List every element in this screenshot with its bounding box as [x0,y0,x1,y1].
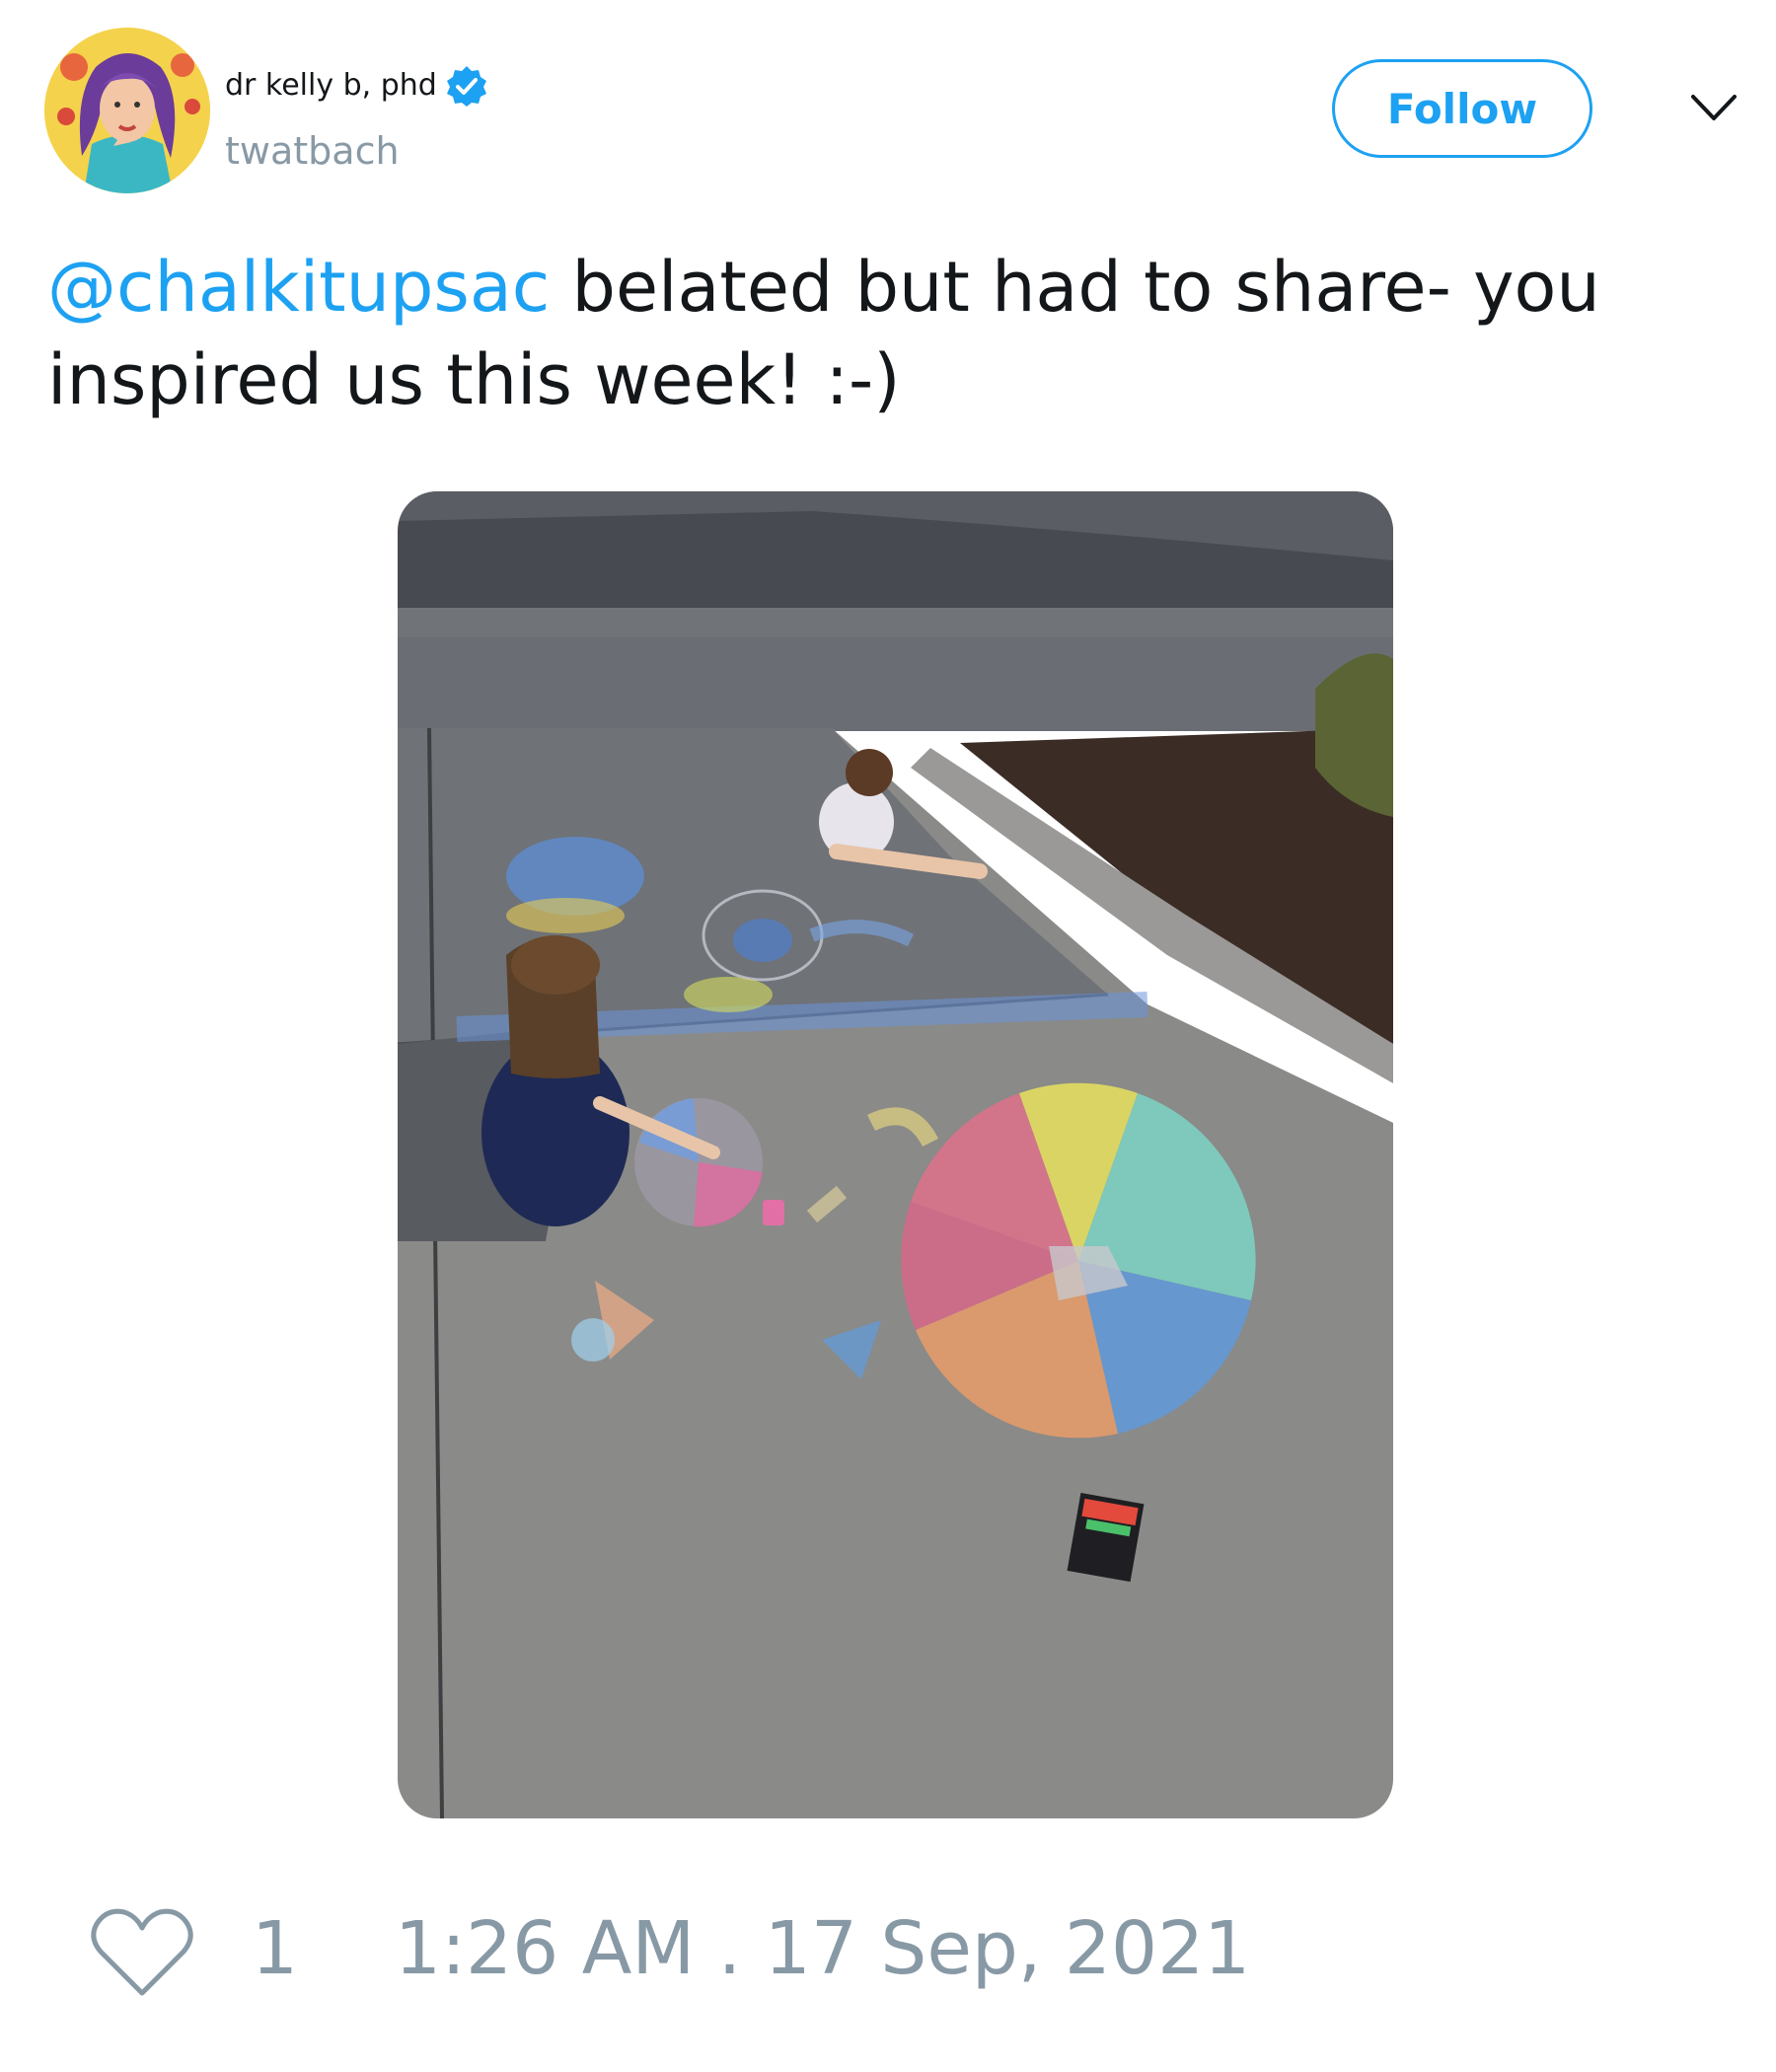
tweet-photo[interactable] [398,491,1393,1818]
mention-link[interactable]: @chalkitupsac [47,247,550,328]
tweet-text: @chalkitupsac belated but had to share- … [47,241,1725,426]
chevron-down-icon[interactable] [1689,89,1739,128]
follow-button[interactable]: Follow [1332,59,1592,158]
avatar[interactable] [44,28,210,193]
author-name-row: dr kelly b, phd [225,61,488,111]
heart-outline-icon[interactable] [89,1904,195,1999]
tweet-header: dr kelly b, phd twatbach Follow [0,0,1776,197]
like-count: 1 [252,1906,299,1991]
author-handle[interactable]: twatbach [225,126,400,176]
author-display-name[interactable]: dr kelly b, phd [225,66,437,106]
tweet-footer: 1 1:26 AM . 17 Sep, 2021 [0,1894,1776,2003]
tweet-timestamp[interactable]: 1:26 AM . 17 Sep, 2021 [395,1904,1250,1993]
verified-badge-icon [446,66,486,107]
